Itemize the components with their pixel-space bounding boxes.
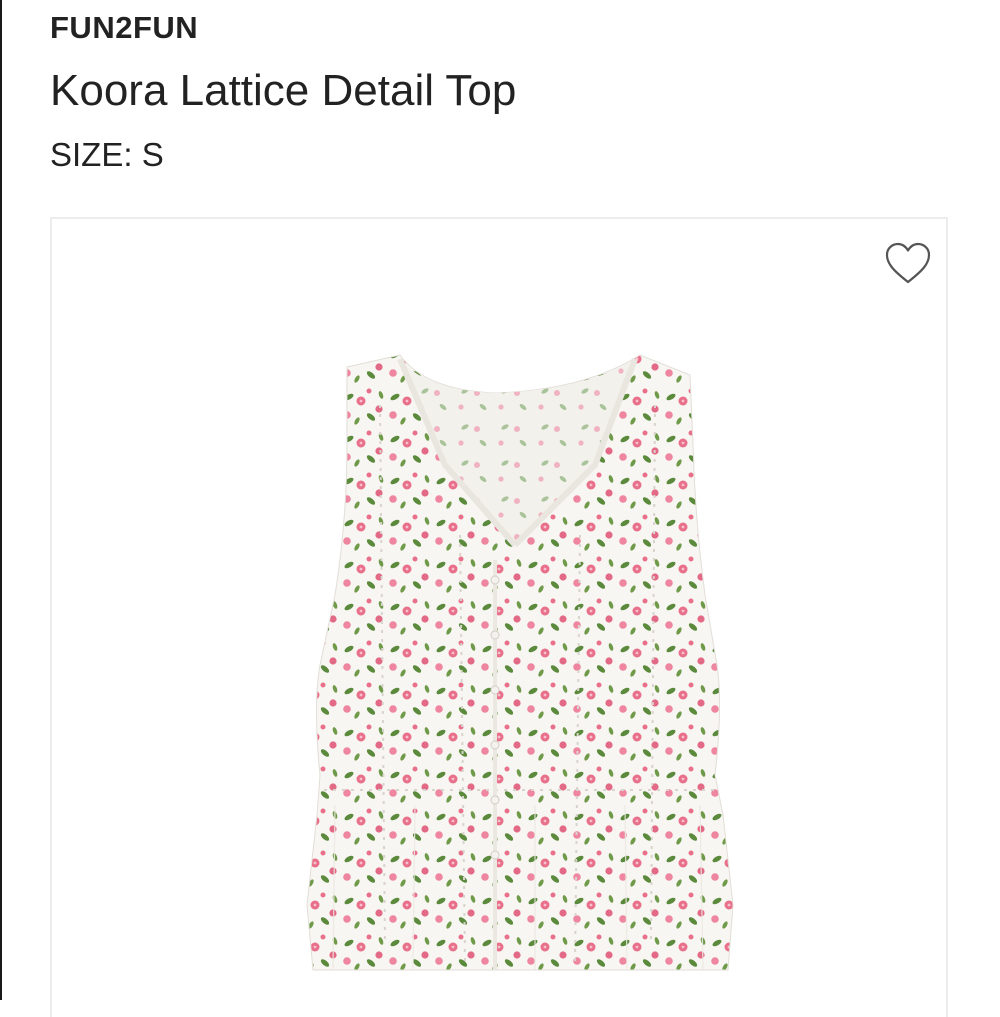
- size-value: S: [141, 136, 164, 173]
- brand-name[interactable]: FUN2FUN: [50, 10, 198, 46]
- product-photo: [306, 354, 734, 971]
- heart-outline-icon[interactable]: [884, 240, 932, 288]
- product-title: Koora Lattice Detail Top: [50, 66, 517, 115]
- window-edge: [0, 0, 2, 1000]
- size-info: SIZE: S: [50, 136, 164, 174]
- size-label: SIZE:: [50, 136, 133, 173]
